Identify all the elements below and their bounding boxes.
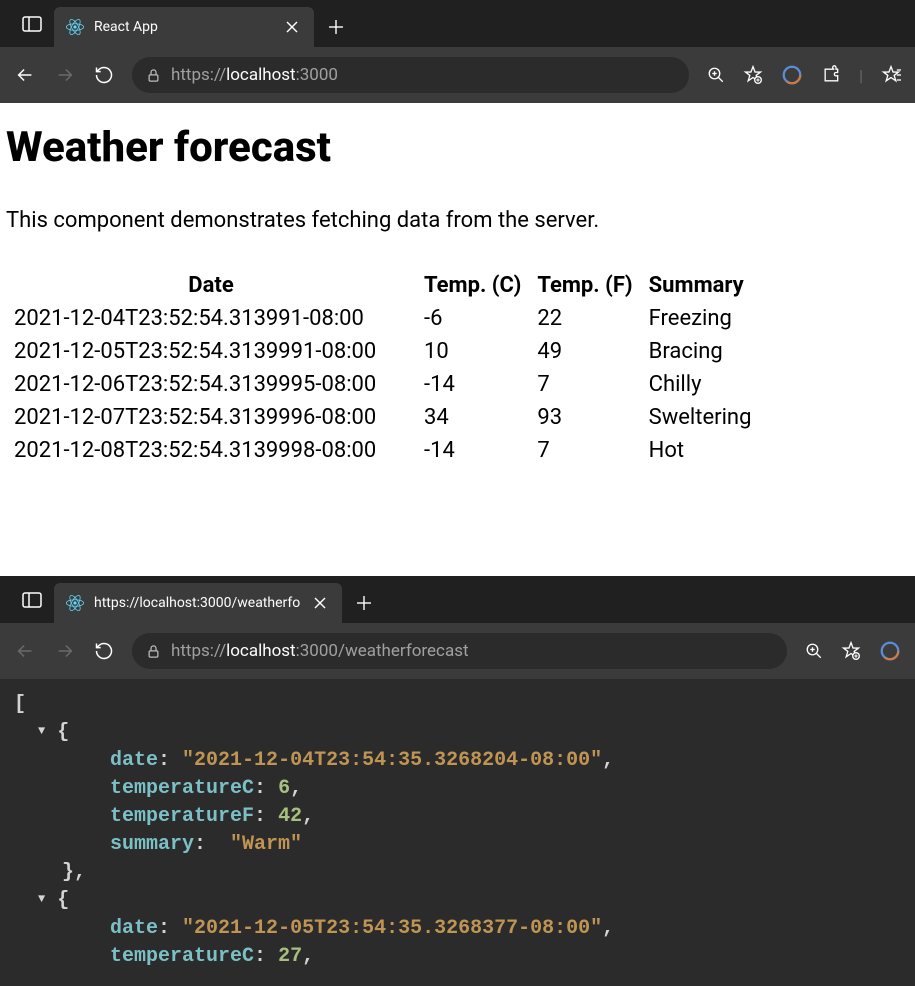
- cell-summary: Freezing: [641, 302, 760, 335]
- cell-tf: 7: [529, 368, 640, 401]
- cell-date: 2021-12-07T23:52:54.3139996-08:00: [6, 401, 416, 434]
- toolbar-right: [805, 640, 901, 662]
- col-temp-f: Temp. (F): [529, 269, 640, 302]
- lock-icon: [146, 68, 161, 83]
- new-tab-button[interactable]: [314, 7, 358, 47]
- table-header-row: Date Temp. (C) Temp. (F) Summary: [6, 269, 759, 302]
- url-text: https://localhost:3000/weatherforecast: [171, 641, 469, 661]
- col-summary: Summary: [641, 269, 760, 302]
- browser-tab[interactable]: React App: [54, 7, 314, 47]
- table-row: 2021-12-08T23:52:54.3139998-08:00-147Hot: [6, 434, 759, 467]
- favorite-icon[interactable]: [743, 65, 763, 85]
- table-row: 2021-12-04T23:52:54.313991-08:00-622Free…: [6, 302, 759, 335]
- browser-window-bottom: https://localhost:3000/weatherfo https:/…: [0, 576, 915, 986]
- react-logo-icon: [66, 594, 84, 612]
- tab-strip: React App: [0, 0, 915, 47]
- cell-date: 2021-12-05T23:52:54.3139991-08:00: [6, 335, 416, 368]
- browser-tab[interactable]: https://localhost:3000/weatherfo: [54, 583, 342, 623]
- browser-toolbar: https://localhost:3000/weatherforecast: [0, 623, 915, 679]
- cell-tc: 34: [416, 401, 529, 434]
- zoom-icon[interactable]: [707, 66, 725, 84]
- url-scheme: https://: [171, 641, 226, 661]
- json-viewer[interactable]: [ ▼ { date: "2021-12-04T23:54:35.3268204…: [0, 679, 915, 986]
- cell-tf: 22: [529, 302, 640, 335]
- cell-tf: 93: [529, 401, 640, 434]
- url-path: :3000/weatherforecast: [296, 641, 469, 661]
- address-bar[interactable]: https://localhost:3000/weatherforecast: [132, 633, 787, 669]
- back-button[interactable]: [14, 64, 36, 86]
- table-row: 2021-12-06T23:52:54.3139995-08:00-147Chi…: [6, 368, 759, 401]
- tab-actions-icon[interactable]: [10, 576, 54, 623]
- new-tab-button[interactable]: [342, 583, 386, 623]
- tab-title: React App: [94, 19, 272, 35]
- cell-tc: 10: [416, 335, 529, 368]
- table-row: 2021-12-05T23:52:54.3139991-08:001049Bra…: [6, 335, 759, 368]
- tab-title: https://localhost:3000/weatherfo: [94, 595, 300, 611]
- cell-summary: Hot: [641, 434, 760, 467]
- refresh-button[interactable]: [94, 641, 114, 661]
- copilot-icon[interactable]: [781, 64, 803, 86]
- lock-icon: [146, 644, 161, 659]
- browser-window-top: React App https://localhost:3000: [0, 0, 915, 576]
- cell-tc: -14: [416, 434, 529, 467]
- close-tab-icon[interactable]: [282, 19, 302, 35]
- tab-strip: https://localhost:3000/weatherfo: [0, 576, 915, 623]
- forward-button[interactable]: [54, 64, 76, 86]
- back-button[interactable]: [14, 640, 36, 662]
- favorite-icon[interactable]: [841, 641, 861, 661]
- page-content: Weather forecast This component demonstr…: [0, 103, 915, 576]
- page-description: This component demonstrates fetching dat…: [6, 208, 909, 233]
- extensions-icon[interactable]: [821, 65, 841, 85]
- refresh-button[interactable]: [94, 65, 114, 85]
- cell-tc: -14: [416, 368, 529, 401]
- forecast-table: Date Temp. (C) Temp. (F) Summary 2021-12…: [6, 269, 759, 467]
- page-heading: Weather forecast: [6, 123, 909, 172]
- toolbar-right: |: [707, 64, 901, 86]
- col-date: Date: [6, 269, 416, 302]
- copilot-icon[interactable]: [879, 640, 901, 662]
- cell-date: 2021-12-06T23:52:54.3139995-08:00: [6, 368, 416, 401]
- url-path: :3000: [296, 65, 338, 85]
- browser-toolbar: https://localhost:3000 |: [0, 47, 915, 103]
- cell-summary: Bracing: [641, 335, 760, 368]
- cell-tc: -6: [416, 302, 529, 335]
- col-temp-c: Temp. (C): [416, 269, 529, 302]
- cell-tf: 49: [529, 335, 640, 368]
- table-row: 2021-12-07T23:52:54.3139996-08:003493Swe…: [6, 401, 759, 434]
- react-logo-icon: [66, 18, 84, 36]
- url-scheme: https://: [171, 65, 226, 85]
- cell-summary: Chilly: [641, 368, 760, 401]
- cell-tf: 7: [529, 434, 640, 467]
- favorites-bar-icon[interactable]: [881, 65, 901, 85]
- tab-actions-icon[interactable]: [10, 0, 54, 47]
- url-host: localhost: [226, 65, 296, 85]
- forward-button[interactable]: [54, 640, 76, 662]
- cell-date: 2021-12-04T23:52:54.313991-08:00: [6, 302, 416, 335]
- close-tab-icon[interactable]: [310, 595, 330, 611]
- chevron-down-icon[interactable]: ▼: [38, 891, 45, 908]
- url-text: https://localhost:3000: [171, 65, 338, 85]
- url-host: localhost: [226, 641, 296, 661]
- cell-date: 2021-12-08T23:52:54.3139998-08:00: [6, 434, 416, 467]
- cell-summary: Sweltering: [641, 401, 760, 434]
- chevron-down-icon[interactable]: ▼: [38, 723, 45, 740]
- zoom-icon[interactable]: [805, 642, 823, 660]
- address-bar[interactable]: https://localhost:3000: [132, 57, 689, 93]
